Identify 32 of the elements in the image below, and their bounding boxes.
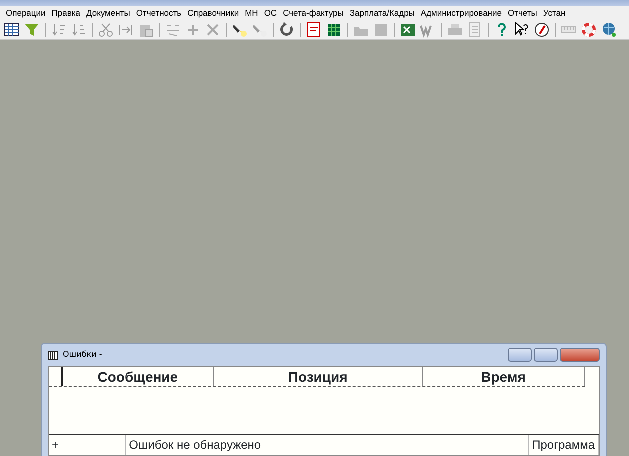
menu-item[interactable]: ОС [261,7,280,20]
menu-item[interactable]: Администрирование [418,7,505,20]
menu-item[interactable]: Отчетность [133,7,185,20]
spreadsheet-icon[interactable] [326,22,342,38]
column-header[interactable]: Позиция [214,367,424,386]
status-text: Ошибок не обнаружено [126,435,530,455]
menu-item[interactable]: МН [242,7,262,20]
menu-item[interactable]: Операции [3,7,49,20]
lifebuoy-icon[interactable] [581,22,597,38]
menu-item[interactable]: Зарплата/Кадры [346,7,418,20]
menu-item[interactable]: Справочники [184,7,242,20]
globe-icon[interactable] [601,22,617,38]
grid-icon[interactable] [4,22,20,38]
column-header[interactable]: Сообщение [62,367,214,386]
menu-item[interactable]: Устан [540,7,569,20]
excel-icon[interactable] [400,22,416,38]
menu-item[interactable]: Счета-фактуры [280,7,347,20]
flashlight-icon[interactable] [232,22,248,38]
menu-item[interactable]: Отчеты [504,7,540,20]
status-text: + [49,435,126,455]
close-button[interactable] [560,348,600,362]
maximize-button[interactable] [534,348,558,362]
window-icon [48,350,59,360]
menu-item[interactable]: Документы [83,7,134,20]
status-text: Программа [529,435,599,455]
column-header[interactable]: Время [423,367,585,386]
minimize-button[interactable] [508,348,532,362]
help-pointer-icon[interactable] [514,22,530,38]
refresh-icon[interactable] [279,22,295,38]
pdf-icon[interactable] [306,22,322,38]
menu-item[interactable]: Правка [48,7,84,20]
window-title: Ошибки - [63,349,102,361]
